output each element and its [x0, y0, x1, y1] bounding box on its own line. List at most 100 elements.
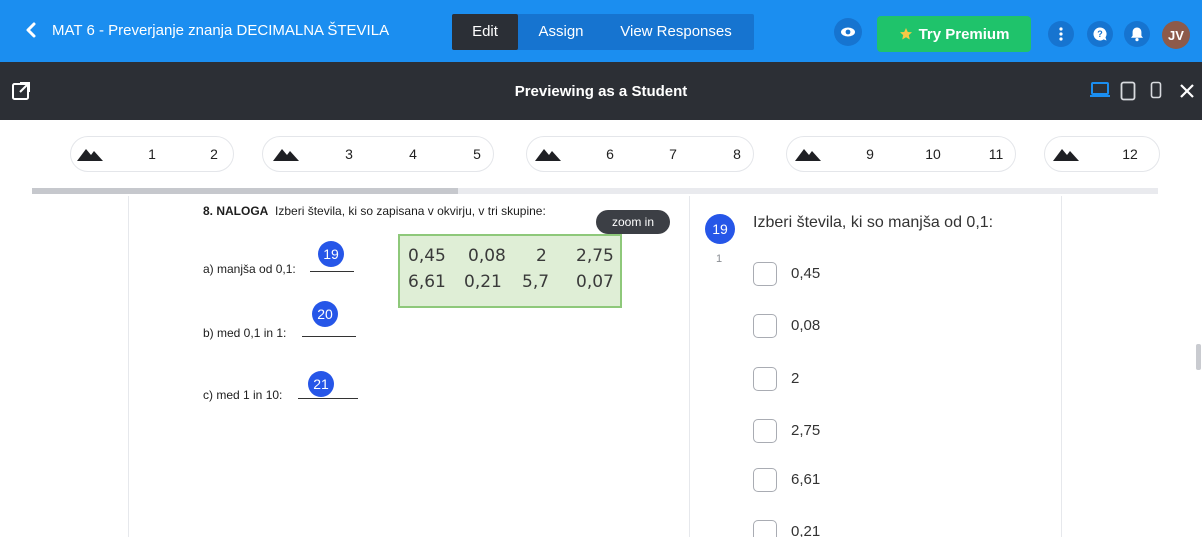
answer-option[interactable]: 0,08 [753, 312, 1013, 340]
box-number: 2 [536, 246, 547, 266]
question-number[interactable]: 9 [855, 146, 885, 162]
question-group-3: 6 7 8 [526, 136, 754, 172]
question-number[interactable]: 8 [722, 146, 752, 162]
option-checkbox[interactable] [753, 262, 777, 286]
try-premium-label: Try Premium [918, 25, 1010, 43]
help-chat-button[interactable]: ? [1087, 21, 1113, 47]
mode-tabs: Edit Assign View Responses [452, 14, 754, 50]
page-scrollbar-thumb[interactable] [1196, 344, 1201, 370]
question-number-badge: 19 [705, 214, 735, 244]
question-group-2: 3 4 5 [262, 136, 494, 172]
option-checkbox[interactable] [753, 520, 777, 537]
box-number: 0,07 [576, 272, 614, 292]
mountain-icon [77, 149, 103, 161]
option-label: 0,21 [791, 523, 821, 537]
mountain-icon [1053, 149, 1079, 161]
mountain-icon [273, 149, 299, 161]
tab-view-responses[interactable]: View Responses [608, 14, 744, 50]
mountain-icon [535, 149, 561, 161]
question-number[interactable]: 10 [918, 146, 948, 162]
answer-option[interactable]: 2,75 [753, 417, 1013, 445]
question-group-4: 9 10 11 [786, 136, 1016, 172]
answer-option[interactable]: 0,45 [753, 260, 1013, 288]
answer-option[interactable]: 2 [753, 365, 1013, 393]
question-content: 8. NALOGA Izberi števila, ki so zapisana… [0, 196, 1202, 537]
question-number[interactable]: 7 [658, 146, 688, 162]
option-checkbox[interactable] [753, 468, 777, 492]
more-options-button[interactable] [1048, 21, 1074, 47]
question-points: 1 [716, 253, 723, 265]
star-icon [899, 28, 912, 40]
option-label: 0,08 [791, 317, 821, 334]
box-number: 5,7 [522, 272, 550, 292]
worksheet-item-c: c) med 1 in 10: [203, 388, 283, 402]
option-label: 2 [791, 370, 800, 387]
question-navigator: 1 2 3 4 5 6 7 8 9 10 11 12 [0, 120, 1202, 196]
option-label: 0,45 [791, 265, 821, 282]
option-label: 2,75 [791, 422, 821, 439]
blank-marker[interactable]: 20 [312, 301, 338, 327]
divider [689, 196, 690, 537]
preview-label: Previewing as a Student [514, 83, 688, 100]
preview-bar: Previewing as a Student [0, 62, 1202, 120]
vertical-dots-icon [1059, 27, 1063, 41]
blank-marker[interactable]: 21 [308, 371, 334, 397]
chevron-left-icon [26, 22, 36, 38]
question-number[interactable]: 6 [595, 146, 625, 162]
option-checkbox[interactable] [753, 419, 777, 443]
worksheet-item-b: b) med 0,1 in 1: [203, 326, 287, 340]
app-root: MAT 6 - Preverjanje znanja DECIMALNA ŠTE… [0, 0, 1202, 537]
answer-blank [298, 398, 358, 399]
notifications-button[interactable] [1124, 21, 1150, 47]
tab-edit[interactable]: Edit [452, 14, 518, 50]
phone-view-icon[interactable] [1150, 81, 1162, 99]
option-label: 6,61 [791, 471, 821, 488]
bell-icon [1131, 27, 1143, 42]
option-checkbox[interactable] [753, 367, 777, 391]
tablet-view-icon[interactable] [1120, 81, 1136, 101]
try-premium-button[interactable]: Try Premium [877, 16, 1031, 52]
task-text: Izberi števila, ki so zapisana v okvirju… [275, 204, 546, 218]
question-number[interactable]: 1 [137, 146, 167, 162]
close-icon[interactable] [1176, 80, 1198, 102]
quiz-title: MAT 6 - Preverjanje znanja DECIMALNA ŠTE… [52, 22, 390, 39]
blank-marker[interactable]: 19 [318, 241, 344, 267]
box-number: 0,21 [464, 272, 502, 292]
top-bar: MAT 6 - Preverjanje znanja DECIMALNA ŠTE… [0, 0, 1202, 62]
question-number[interactable]: 5 [462, 146, 492, 162]
preview-button[interactable] [834, 18, 862, 46]
divider [128, 196, 129, 537]
question-number[interactable]: 4 [398, 146, 428, 162]
worksheet-task: 8. NALOGA Izberi števila, ki so zapisana… [203, 204, 546, 218]
svg-text:?: ? [1097, 29, 1103, 39]
answer-blank [302, 336, 356, 337]
chat-help-icon: ? [1093, 27, 1107, 41]
zoom-in-button[interactable]: zoom in [596, 210, 670, 234]
tab-assign[interactable]: Assign [525, 14, 597, 50]
option-checkbox[interactable] [753, 314, 777, 338]
answer-option[interactable]: 6,61 [753, 466, 1013, 494]
question-number[interactable]: 11 [981, 146, 1011, 162]
question-number[interactable]: 12 [1115, 146, 1145, 162]
answer-blank [310, 271, 354, 272]
question-number[interactable]: 2 [199, 146, 229, 162]
question-group-5: 12 [1044, 136, 1160, 172]
avatar[interactable]: JV [1162, 21, 1190, 49]
box-number: 0,08 [468, 246, 506, 266]
eye-icon [841, 27, 855, 37]
box-number: 6,61 [408, 272, 446, 292]
mountain-icon [795, 149, 821, 161]
box-number: 0,45 [408, 246, 446, 266]
navigator-scroll-thumb[interactable] [32, 188, 458, 194]
question-text: Izberi števila, ki so manjša od 0,1: [753, 214, 994, 231]
desktop-view-icon[interactable] [1090, 81, 1110, 99]
question-group-1: 1 2 [70, 136, 234, 172]
question-number[interactable]: 3 [334, 146, 364, 162]
back-button[interactable] [18, 17, 44, 43]
number-box: 0,45 0,08 2 2,75 6,61 0,21 5,7 0,07 [398, 234, 622, 308]
task-title: 8. NALOGA [203, 204, 269, 218]
box-number: 2,75 [576, 246, 614, 266]
divider [1061, 196, 1062, 537]
worksheet-item-a: a) manjša od 0,1: [203, 262, 296, 276]
answer-option[interactable]: 0,21 [753, 518, 1013, 537]
